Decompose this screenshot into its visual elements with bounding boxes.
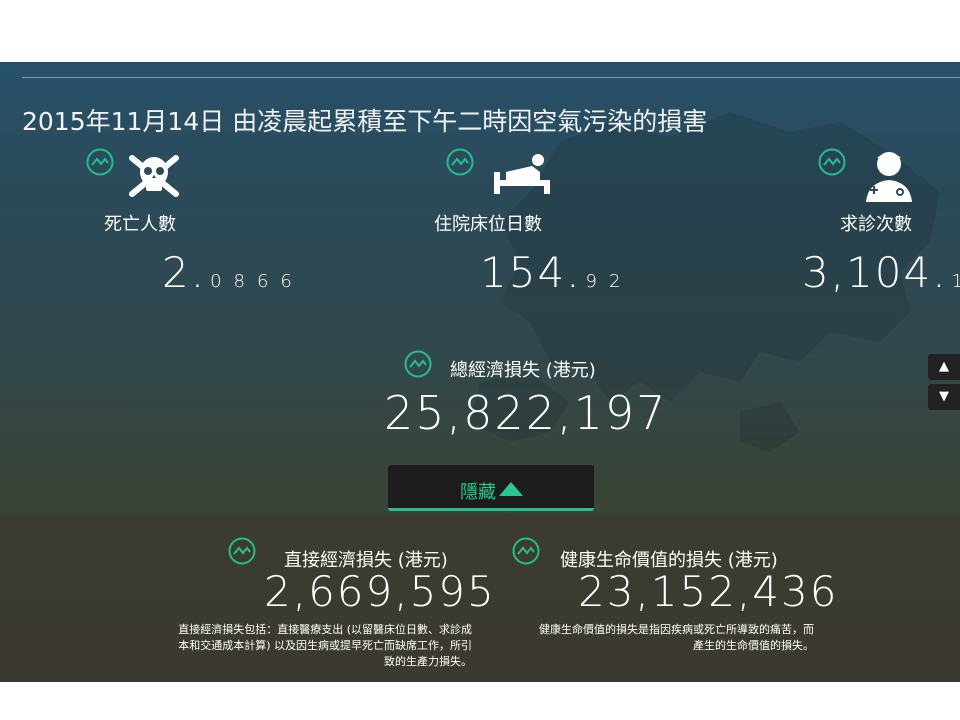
hide-button-label: 隱藏: [460, 482, 496, 503]
direct-loss-note: 直接經濟損失包括：直接醫療支出 (以留醫床位日數、求診成本和交通成本計算) 以及…: [178, 623, 472, 668]
total-loss-value: 25,822,197: [384, 386, 668, 440]
doctor-visits-label: 求診次數: [840, 214, 912, 235]
doctor-visits-value: 3,104.1: [802, 248, 960, 297]
direct-loss-value: 2,669,595: [264, 567, 496, 616]
total-loss-label: 總經濟損失 (港元): [450, 360, 596, 381]
bed-days-value: 154. 92: [480, 248, 633, 297]
air-pollution-damage-panel: 2015年11月14日 由凌晨起累積至下午二時因空氣污染的損害 死亡人數 2. 0…: [0, 62, 960, 682]
scroll-controls: ▲ ▼: [928, 354, 960, 410]
trend-icon: [818, 148, 846, 176]
triangle-up-icon: [499, 482, 523, 496]
scroll-down-button[interactable]: ▼: [928, 384, 960, 410]
top-divider: [22, 77, 960, 78]
trend-icon: [404, 350, 432, 378]
trend-icon: [228, 537, 256, 565]
health-loss-value: 23,152,436: [578, 567, 839, 616]
scroll-up-button[interactable]: ▲: [928, 354, 960, 380]
hide-button[interactable]: 隱藏: [388, 465, 594, 511]
trend-icon: [446, 148, 474, 176]
deaths-label: 死亡人數: [104, 214, 176, 235]
skull-icon: [129, 155, 179, 197]
doctor-icon: [866, 152, 912, 202]
health-loss-note: 健康生命價值的損失是指因疾病或死亡所導致的痛苦，而產生的生命價值的損失。: [539, 623, 814, 652]
page-title: 2015年11月14日 由凌晨起累積至下午二時因空氣污染的損害: [22, 107, 708, 136]
trend-icon: [86, 148, 114, 176]
trend-icon: [512, 537, 540, 565]
bed-days-label: 住院床位日數: [434, 214, 542, 235]
deaths-value: 2. 0866: [162, 248, 304, 297]
hospital-bed-icon: [494, 154, 550, 194]
